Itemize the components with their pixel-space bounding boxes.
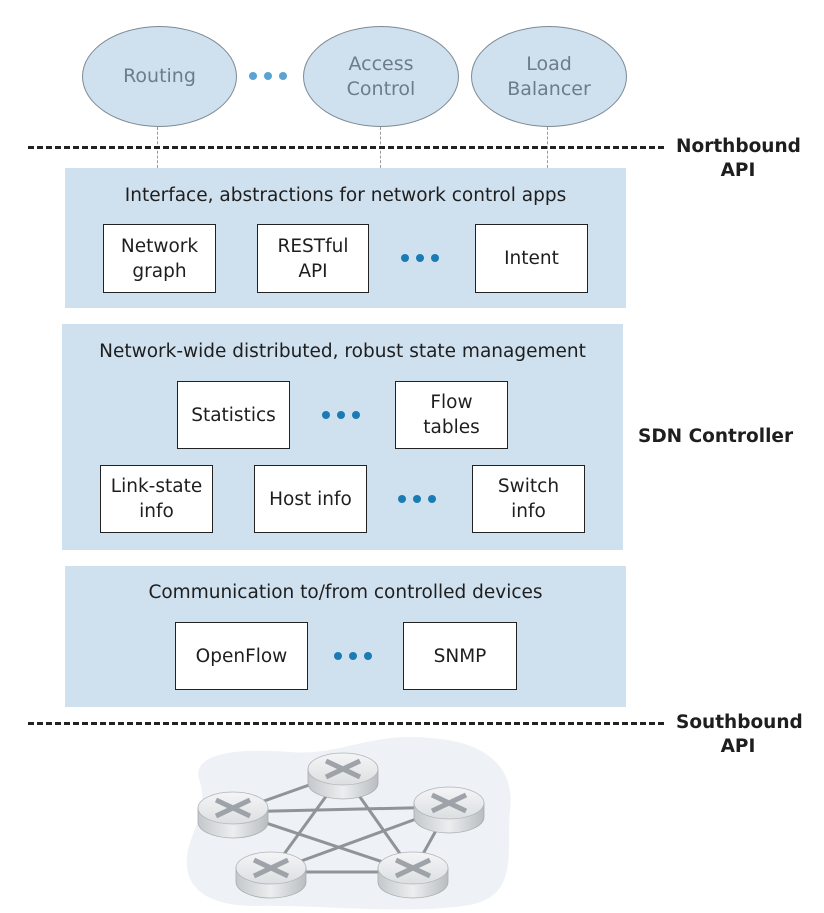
- app-routing: Routing: [82, 26, 237, 127]
- box-host-info-label: Host info: [269, 488, 352, 510]
- app-load-balancer: Load Balancer: [471, 26, 627, 127]
- communication-layer-title: Communication to/from controlled devices: [148, 582, 543, 603]
- app-access-control: Access Control: [303, 26, 459, 127]
- communication-layer-panel: Communication to/from controlled devices: [65, 566, 626, 707]
- box-snmp: SNMP: [403, 622, 517, 690]
- box-switch-info: Switch info: [472, 465, 585, 533]
- ellipsis-dots-apps: [249, 72, 287, 80]
- box-link-state-info-label: Link-state info: [110, 476, 203, 522]
- southbound-api-line: [28, 722, 664, 725]
- box-switch-info-label: Switch info: [497, 476, 560, 522]
- box-host-info: Host info: [254, 465, 367, 533]
- ellipsis-dots-communication: [334, 652, 372, 660]
- box-link-state-info: Link-state info: [100, 465, 213, 533]
- box-statistics: Statistics: [177, 381, 290, 449]
- interface-layer-title: Interface, abstractions for network cont…: [124, 185, 567, 206]
- sdn-controller-label: SDN Controller: [638, 426, 794, 447]
- router-switch-icon: [377, 851, 449, 899]
- state-layer-title: Network-wide distributed, robust state m…: [99, 341, 586, 362]
- ellipsis-dots-state-top: [322, 411, 360, 419]
- box-flow-tables: Flow tables: [395, 381, 508, 449]
- southbound-api-label: Southbound API: [676, 712, 803, 757]
- northbound-api-line: [28, 146, 664, 149]
- router-switch-icon: [413, 786, 485, 834]
- app-routing-label: Routing: [123, 65, 196, 87]
- box-restful-api: RESTful API: [257, 224, 369, 293]
- app-access-control-label: Access Control: [346, 52, 416, 100]
- switch-network: [186, 737, 511, 910]
- box-openflow: OpenFlow: [175, 622, 308, 690]
- router-switch-icon: [307, 752, 379, 800]
- box-restful-api-label: RESTful API: [277, 235, 349, 282]
- box-intent-label: Intent: [504, 248, 559, 269]
- router-switch-icon: [197, 791, 269, 839]
- router-switch-icon: [235, 851, 307, 899]
- ellipsis-dots-interface: [401, 254, 439, 262]
- box-intent: Intent: [475, 224, 588, 293]
- box-network-graph-label: Network graph: [120, 235, 199, 282]
- box-openflow-label: OpenFlow: [195, 645, 288, 667]
- app-load-balancer-label: Load Balancer: [507, 52, 591, 100]
- box-flow-tables-label: Flow tables: [423, 392, 480, 438]
- box-snmp-label: SNMP: [433, 645, 487, 667]
- northbound-api-label: Northbound API: [676, 136, 801, 181]
- box-statistics-label: Statistics: [191, 404, 276, 426]
- box-network-graph: Network graph: [103, 224, 216, 293]
- ellipsis-dots-state-bottom: [398, 495, 436, 503]
